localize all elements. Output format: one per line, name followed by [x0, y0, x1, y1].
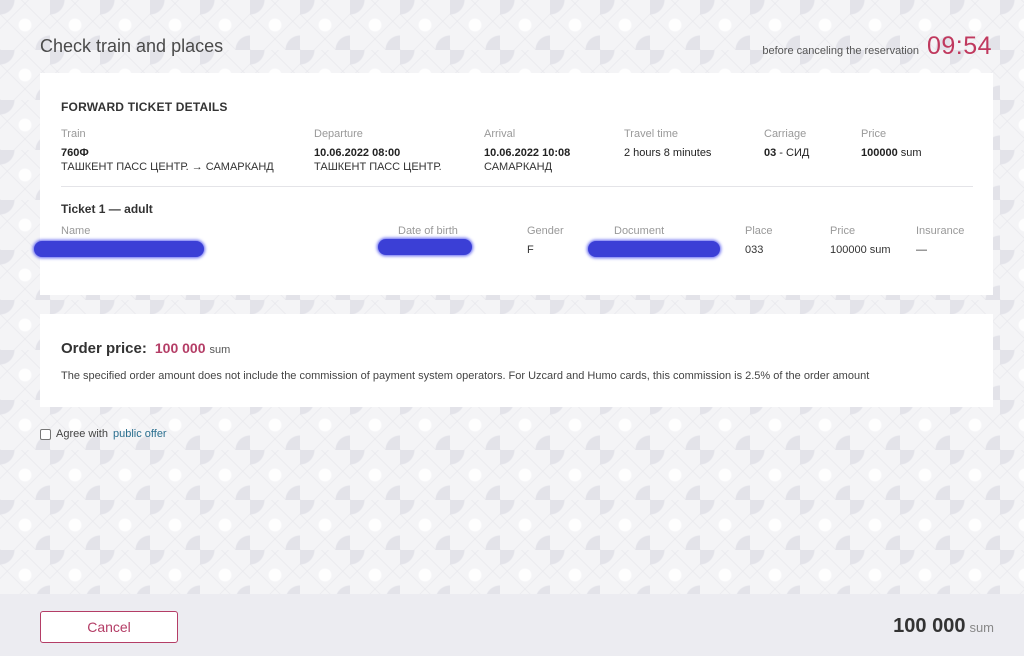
carriage-label: Carriage	[764, 128, 807, 140]
insurance-label: Insurance	[916, 225, 965, 237]
travel-time-label: Travel time	[624, 128, 678, 140]
carriage-number: 03	[764, 147, 777, 159]
carriage-column: Carriage 03 - СИД	[764, 128, 809, 160]
order-price-label: Order price:	[61, 340, 147, 357]
footer-total-amount: 100 000	[893, 615, 966, 637]
agree-checkbox[interactable]	[40, 428, 51, 440]
order-price-line: Order price: 100 000 sum	[61, 340, 230, 357]
footer-bar: Cancel 100 000 sum	[0, 594, 1024, 656]
dob-redaction	[378, 239, 472, 255]
footer-total-unit: sum	[969, 620, 994, 635]
ticket-price-label: Price	[830, 225, 856, 237]
train-label: Train	[61, 128, 86, 140]
dob-label: Date of birth	[398, 225, 458, 237]
place-label: Place	[745, 225, 773, 237]
forward-ticket-title: FORWARD TICKET DETAILS	[61, 100, 228, 114]
ticket-title: Ticket 1 — adult	[61, 202, 153, 216]
arrival-label: Arrival	[484, 128, 516, 140]
cancel-button[interactable]: Cancel	[40, 611, 178, 643]
price-label: Price	[861, 128, 887, 140]
passenger-insurance-column: Insurance —	[916, 225, 964, 256]
arrival-column: Arrival 10.06.2022 10:08 САМАРКАНД	[484, 128, 570, 174]
order-price-card: Order price: 100 000 sum The specified o…	[40, 314, 993, 407]
ticket-details-card: FORWARD TICKET DETAILS Train 760Ф ТАШКЕН…	[34, 73, 993, 295]
name-label: Name	[61, 225, 91, 237]
passenger-gender-column: Gender F	[527, 225, 564, 256]
passenger-place-column: Place 033	[745, 225, 773, 256]
train-route: ТАШКЕНТ ПАСС ЦЕНТР. → САМАРКАНД	[61, 161, 274, 173]
departure-station: ТАШКЕНТ ПАСС ЦЕНТР.	[314, 161, 442, 173]
travel-time-value: 2 hours 8 minutes	[624, 147, 712, 159]
order-price-unit: sum	[209, 344, 231, 356]
document-label: Document	[614, 225, 665, 237]
price-unit: sum	[897, 147, 922, 159]
carriage-value: 03 - СИД	[764, 146, 809, 160]
public-offer-link[interactable]: public offer	[113, 428, 167, 440]
travel-time-column: Travel time 2 hours 8 minutes	[624, 128, 711, 160]
ticket-price-value: 100000 sum	[830, 244, 891, 256]
reservation-timer: before canceling the reservation 09:54	[762, 32, 992, 61]
price-value: 100000 sum	[861, 146, 922, 160]
carriage-type: - СИД	[776, 147, 810, 159]
price-column: Price 100000 sum	[861, 128, 922, 160]
details-divider	[61, 186, 973, 187]
train-column: Train 760Ф ТАШКЕНТ ПАСС ЦЕНТР. → САМАРКА…	[61, 128, 274, 174]
commission-note: The specified order amount does not incl…	[61, 370, 870, 382]
arrival-datetime: 10.06.2022 10:08	[484, 147, 571, 159]
timer-value: 09:54	[926, 32, 992, 60]
train-number: 760Ф	[61, 147, 89, 159]
timer-label: before canceling the reservation	[762, 45, 919, 57]
agree-row: Agree with public offer	[40, 428, 167, 440]
departure-column: Departure 10.06.2022 08:00 ТАШКЕНТ ПАСС …	[314, 128, 442, 174]
departure-datetime: 10.06.2022 08:00	[314, 147, 401, 159]
order-price-amount: 100 000	[154, 340, 206, 356]
agree-text: Agree with	[56, 428, 108, 440]
price-amount: 100000	[861, 147, 898, 159]
departure-label: Departure	[314, 128, 363, 140]
name-redaction	[34, 241, 204, 257]
insurance-value: —	[916, 244, 927, 256]
passenger-price-column: Price 100000 sum	[830, 225, 891, 256]
page-title: Check train and places	[40, 36, 224, 56]
place-value: 033	[745, 244, 764, 256]
gender-label: Gender	[527, 225, 564, 237]
footer-total: 100 000 sum	[893, 615, 994, 638]
document-redaction	[588, 241, 720, 257]
arrival-station: САМАРКАНД	[484, 161, 553, 173]
gender-value: F	[527, 244, 534, 256]
